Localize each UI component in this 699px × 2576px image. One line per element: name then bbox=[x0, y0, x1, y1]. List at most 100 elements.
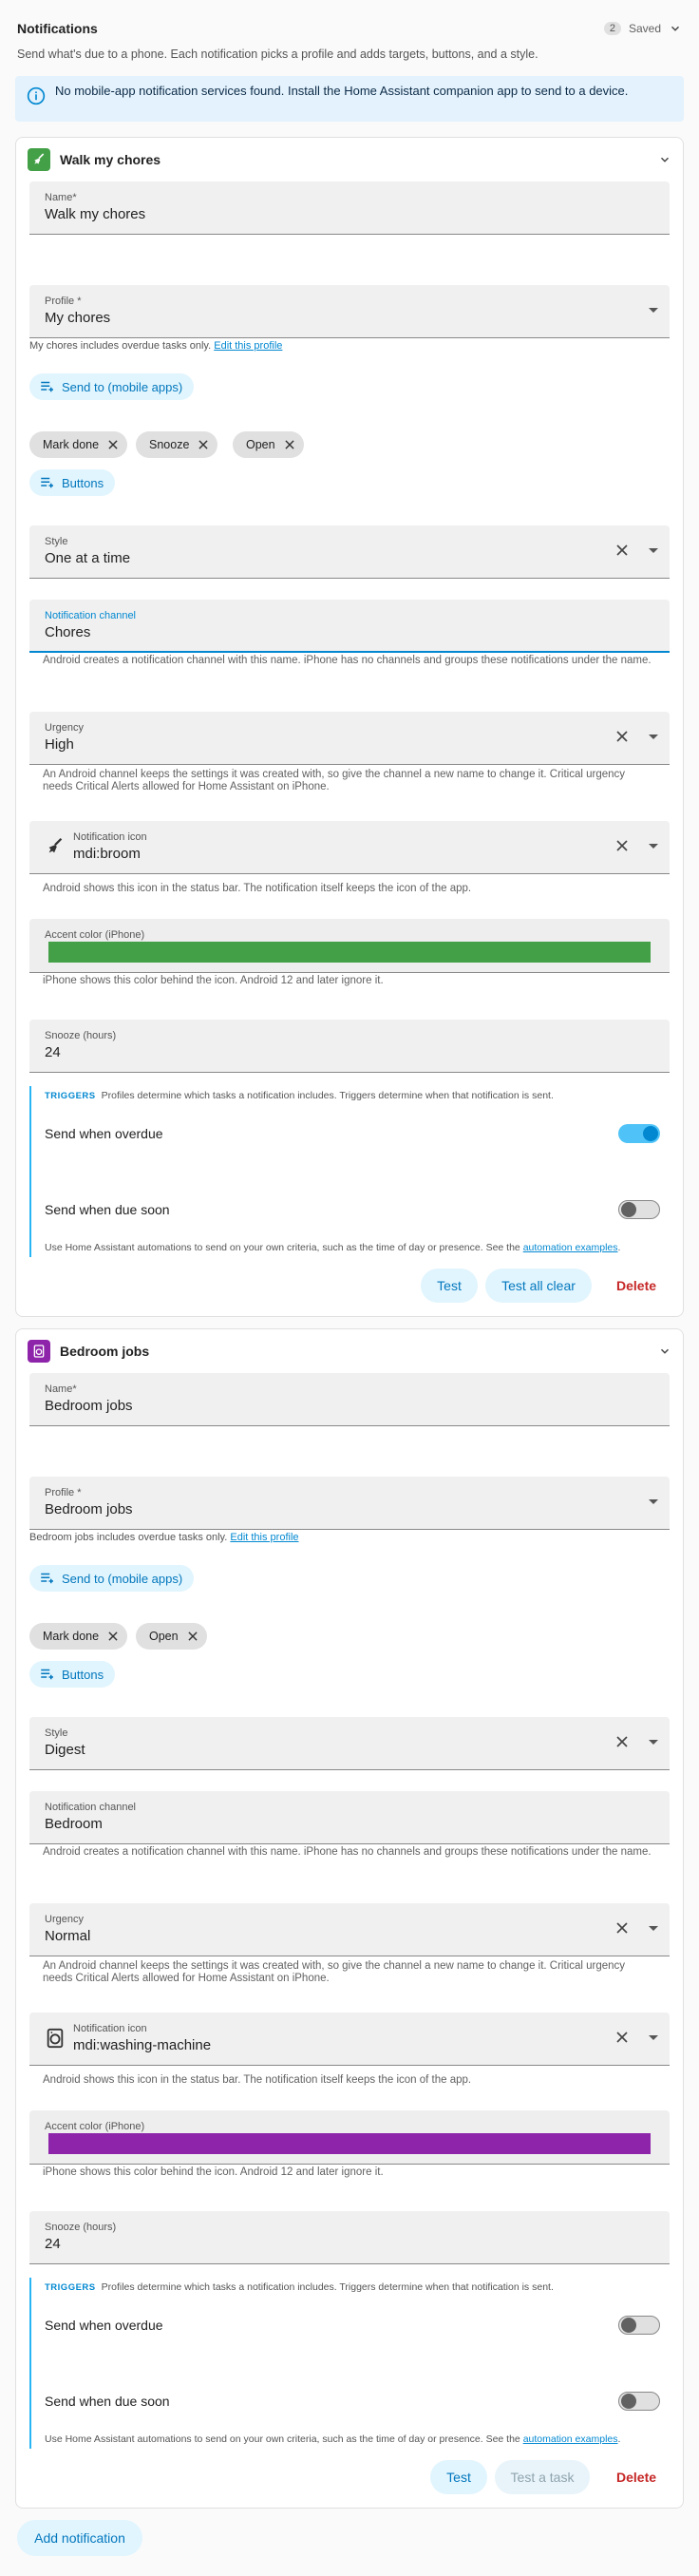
name-field[interactable]: Name* Walk my chores bbox=[29, 181, 670, 235]
profile-select[interactable]: Profile * Bedroom jobs bbox=[29, 1477, 670, 1530]
buttons-button[interactable]: Buttons bbox=[29, 1661, 116, 1688]
send-to-label: Send to (mobile apps) bbox=[62, 379, 183, 394]
name-field[interactable]: Name* Bedroom jobs bbox=[29, 1373, 670, 1426]
chevron-down-icon[interactable] bbox=[658, 1345, 671, 1358]
automation-examples-link[interactable]: automation examples bbox=[523, 1242, 618, 1253]
due-soon-label: Send when due soon bbox=[45, 1202, 170, 1217]
button-label: Test all clear bbox=[501, 1278, 576, 1293]
test-a-task-button[interactable]: Test a task bbox=[495, 2460, 590, 2494]
test-button[interactable]: Test bbox=[430, 2460, 487, 2494]
field-label: Profile * bbox=[45, 296, 82, 307]
card-header[interactable]: Bedroom jobs bbox=[28, 1337, 671, 1365]
dropdown-arrow-icon[interactable] bbox=[649, 1926, 658, 1931]
accent-color-swatch[interactable] bbox=[48, 942, 651, 963]
footnote-text: Use Home Assistant automations to send o… bbox=[45, 1242, 520, 1253]
profile-select[interactable]: Profile * My chores bbox=[29, 285, 670, 338]
overdue-row: Send when overdue bbox=[45, 1122, 660, 1145]
notifications-panel: Notifications 2 Saved Send what's due to… bbox=[0, 0, 699, 2576]
snooze-field[interactable]: Snooze (hours) 24 bbox=[29, 1020, 670, 1073]
playlist-add-icon bbox=[41, 381, 53, 392]
test-all-clear-button[interactable]: Test all clear bbox=[485, 1269, 592, 1303]
count-badge: 2 bbox=[603, 22, 621, 35]
clear-icon[interactable] bbox=[613, 2028, 632, 2047]
delete-button[interactable]: Delete bbox=[616, 2460, 656, 2494]
urgency-select[interactable]: Urgency Normal bbox=[29, 1903, 670, 1956]
accent-color-swatch[interactable] bbox=[48, 2133, 651, 2154]
send-to-button[interactable]: Send to (mobile apps) bbox=[29, 373, 195, 400]
chevron-down-icon[interactable] bbox=[658, 153, 671, 166]
panel-header: Notifications 2 Saved bbox=[17, 17, 682, 40]
test-button[interactable]: Test bbox=[421, 1269, 478, 1303]
edit-profile-link[interactable]: Edit this profile bbox=[230, 1532, 298, 1543]
chip-open[interactable]: Open bbox=[136, 1623, 207, 1650]
automation-examples-link[interactable]: automation examples bbox=[523, 2433, 618, 2445]
field-value: Bedroom jobs bbox=[45, 1398, 133, 1414]
chip-mark-done[interactable]: Mark done bbox=[29, 431, 128, 458]
add-notification-button[interactable]: Add notification bbox=[17, 2520, 142, 2556]
channel-field[interactable]: Notification channel Chores bbox=[29, 600, 670, 653]
triggers-header: TRIGGERS Profiles determine which tasks a… bbox=[45, 1090, 554, 1101]
triggers-title: TRIGGERS bbox=[45, 2282, 96, 2293]
dropdown-arrow-icon[interactable] bbox=[649, 735, 658, 739]
footnote-text: Use Home Assistant automations to send o… bbox=[45, 2433, 520, 2445]
overdue-toggle[interactable] bbox=[618, 2316, 660, 2335]
field-label: Accent color (iPhone) bbox=[45, 929, 145, 941]
close-icon[interactable] bbox=[106, 1630, 120, 1643]
dropdown-arrow-icon[interactable] bbox=[649, 1740, 658, 1745]
send-to-button[interactable]: Send to (mobile apps) bbox=[29, 1565, 195, 1592]
snooze-field[interactable]: Snooze (hours) 24 bbox=[29, 2211, 670, 2264]
delete-button[interactable]: Delete bbox=[616, 1269, 656, 1303]
chip-snooze[interactable]: Snooze bbox=[136, 431, 218, 458]
overdue-toggle[interactable] bbox=[618, 1124, 660, 1143]
field-label: Accent color (iPhone) bbox=[45, 2121, 145, 2132]
accent-color-field[interactable]: Accent color (iPhone) bbox=[29, 2110, 670, 2165]
buttons-label: Buttons bbox=[62, 1667, 104, 1682]
due-soon-row: Send when due soon bbox=[45, 2390, 660, 2413]
close-icon[interactable] bbox=[186, 1630, 199, 1643]
icon-select[interactable]: Notification icon mdi:washing-machine bbox=[29, 2013, 670, 2066]
toggle-knob bbox=[621, 1202, 636, 1217]
clear-icon[interactable] bbox=[613, 1918, 632, 1937]
card-header[interactable]: Walk my chores bbox=[28, 145, 671, 174]
dropdown-arrow-icon[interactable] bbox=[649, 1499, 658, 1504]
clear-icon[interactable] bbox=[613, 727, 632, 746]
button-label: Test bbox=[437, 1278, 462, 1293]
field-value: Digest bbox=[45, 1742, 85, 1758]
helper-text: Bedroom jobs includes overdue tasks only… bbox=[29, 1532, 228, 1543]
dropdown-arrow-icon[interactable] bbox=[649, 2035, 658, 2040]
urgency-select[interactable]: Urgency High bbox=[29, 712, 670, 765]
field-value: Bedroom jobs bbox=[45, 1501, 133, 1517]
dropdown-arrow-icon[interactable] bbox=[649, 844, 658, 849]
due-soon-toggle[interactable] bbox=[618, 1200, 660, 1219]
accent-color-field[interactable]: Accent color (iPhone) bbox=[29, 919, 670, 973]
dropdown-arrow-icon[interactable] bbox=[649, 308, 658, 313]
field-label: Notification channel bbox=[45, 610, 137, 621]
triggers-title: TRIGGERS bbox=[45, 1091, 96, 1101]
clear-icon[interactable] bbox=[613, 836, 632, 855]
close-icon[interactable] bbox=[106, 438, 120, 451]
field-label: Style bbox=[45, 1727, 68, 1739]
chevron-down-icon[interactable] bbox=[669, 22, 682, 35]
channel-helper: Android creates a notification channel w… bbox=[43, 1846, 652, 1858]
dropdown-arrow-icon[interactable] bbox=[649, 548, 658, 553]
buttons-button[interactable]: Buttons bbox=[29, 469, 116, 496]
broom-icon bbox=[48, 837, 63, 853]
chip-mark-done[interactable]: Mark done bbox=[29, 1623, 128, 1650]
due-soon-label: Send when due soon bbox=[45, 2394, 170, 2409]
chip-open[interactable]: Open bbox=[233, 431, 304, 458]
clear-icon[interactable] bbox=[613, 541, 632, 560]
button-label: Test a task bbox=[510, 2470, 575, 2485]
close-icon[interactable] bbox=[197, 438, 210, 451]
style-select[interactable]: Style One at a time bbox=[29, 525, 670, 579]
alert-text: No mobile-app notification services foun… bbox=[55, 84, 629, 98]
channel-field[interactable]: Notification channel Bedroom bbox=[29, 1791, 670, 1844]
close-icon[interactable] bbox=[283, 438, 296, 451]
playlist-add-icon bbox=[41, 477, 53, 488]
icon-select[interactable]: Notification icon mdi:broom bbox=[29, 821, 670, 874]
clear-icon[interactable] bbox=[613, 1732, 632, 1751]
style-select[interactable]: Style Digest bbox=[29, 1717, 670, 1770]
chip-label: Mark done bbox=[43, 438, 100, 451]
field-value: Walk my chores bbox=[45, 206, 146, 222]
due-soon-toggle[interactable] bbox=[618, 2392, 660, 2411]
edit-profile-link[interactable]: Edit this profile bbox=[214, 340, 282, 352]
